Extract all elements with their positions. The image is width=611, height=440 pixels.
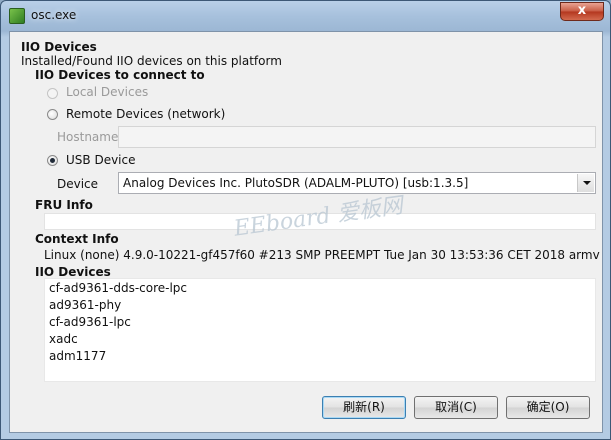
ok-button[interactable]: 确定(O) [506, 396, 590, 419]
hostname-field[interactable] [118, 126, 596, 148]
list-item: cf-ad9361-lpc [49, 315, 131, 329]
header-subtitle: Installed/Found IIO devices on this plat… [21, 54, 282, 68]
remote-devices-radio[interactable] [47, 109, 58, 120]
list-item: adm1177 [49, 349, 107, 363]
iio-devices-list[interactable]: cf-ad9361-dds-core-lpc ad9361-phy cf-ad9… [44, 278, 596, 382]
title-bar[interactable]: osc.exe x [1, 1, 610, 31]
close-button[interactable]: x [560, 2, 604, 21]
remote-devices-label: Remote Devices (network) [66, 107, 226, 121]
iio-devices-title: IIO Devices [35, 265, 111, 279]
device-select[interactable]: Analog Devices Inc. PlutoSDR (ADALM-PLUT… [118, 172, 596, 194]
context-info-value: Linux (none) 4.9.0-10221-gf457f60 #213 S… [44, 248, 600, 262]
close-icon: x [577, 3, 587, 18]
header-title: IIO Devices [21, 40, 97, 54]
connect-section-title: IIO Devices to connect to [35, 68, 205, 82]
hostname-label: Hostname [57, 130, 119, 144]
chevron-down-icon[interactable] [577, 174, 594, 192]
refresh-button[interactable]: 刷新(R) [322, 396, 406, 419]
app-icon [9, 8, 25, 24]
cancel-button[interactable]: 取消(C) [414, 396, 498, 419]
context-info-title: Context Info [35, 232, 119, 246]
device-select-value: Analog Devices Inc. PlutoSDR (ADALM-PLUT… [123, 176, 469, 190]
list-item: cf-ad9361-dds-core-lpc [49, 281, 188, 295]
usb-device-label: USB Device [66, 153, 136, 167]
local-devices-label: Local Devices [66, 85, 149, 99]
device-label: Device [57, 177, 99, 191]
dialog-window: osc.exe x IIO Devices Installed/Found II… [0, 0, 611, 440]
list-item: ad9361-phy [49, 298, 122, 312]
window-title: osc.exe [31, 8, 77, 22]
local-devices-radio[interactable] [47, 88, 58, 99]
fru-info-title: FRU Info [35, 198, 93, 212]
usb-device-radio[interactable] [47, 155, 58, 166]
list-item: xadc [49, 332, 78, 346]
